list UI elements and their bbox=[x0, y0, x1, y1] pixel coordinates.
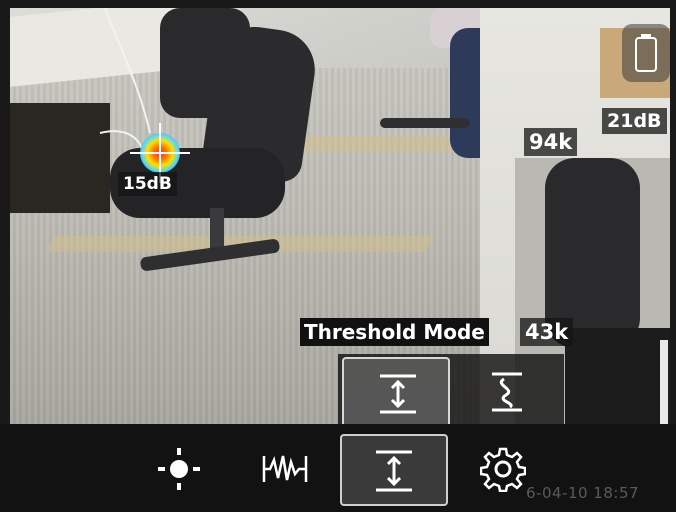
frequency-top-label: 94k bbox=[524, 128, 578, 156]
frequency-bottom-label: 43k bbox=[520, 318, 574, 346]
spectrum-trace bbox=[660, 340, 668, 430]
spot-level-label: 15dB bbox=[118, 172, 177, 196]
fixed-threshold-option[interactable] bbox=[342, 357, 450, 427]
battery-button[interactable] bbox=[622, 24, 670, 82]
threshold-auto-icon bbox=[492, 372, 522, 412]
max-level-label: 21dB bbox=[602, 108, 667, 134]
auto-threshold-option[interactable] bbox=[452, 357, 560, 427]
brightness-button[interactable] bbox=[126, 434, 234, 506]
threshold-fixed-icon bbox=[380, 374, 416, 414]
brightness-icon bbox=[158, 448, 200, 490]
device-screen: 15dB 21dB 94k 43k Threshold Mode 6-04-10… bbox=[0, 0, 676, 512]
threshold-button[interactable] bbox=[340, 434, 448, 506]
waveform-icon bbox=[262, 455, 308, 482]
crosshair-horizontal bbox=[130, 152, 190, 154]
battery-icon bbox=[635, 34, 657, 72]
threshold-mode-title: Threshold Mode bbox=[300, 318, 489, 346]
timestamp: 6-04-10 18:57 bbox=[526, 484, 640, 502]
threshold-fixed-icon bbox=[376, 450, 412, 492]
gear-icon bbox=[480, 447, 526, 492]
waveform-button[interactable] bbox=[230, 434, 338, 506]
